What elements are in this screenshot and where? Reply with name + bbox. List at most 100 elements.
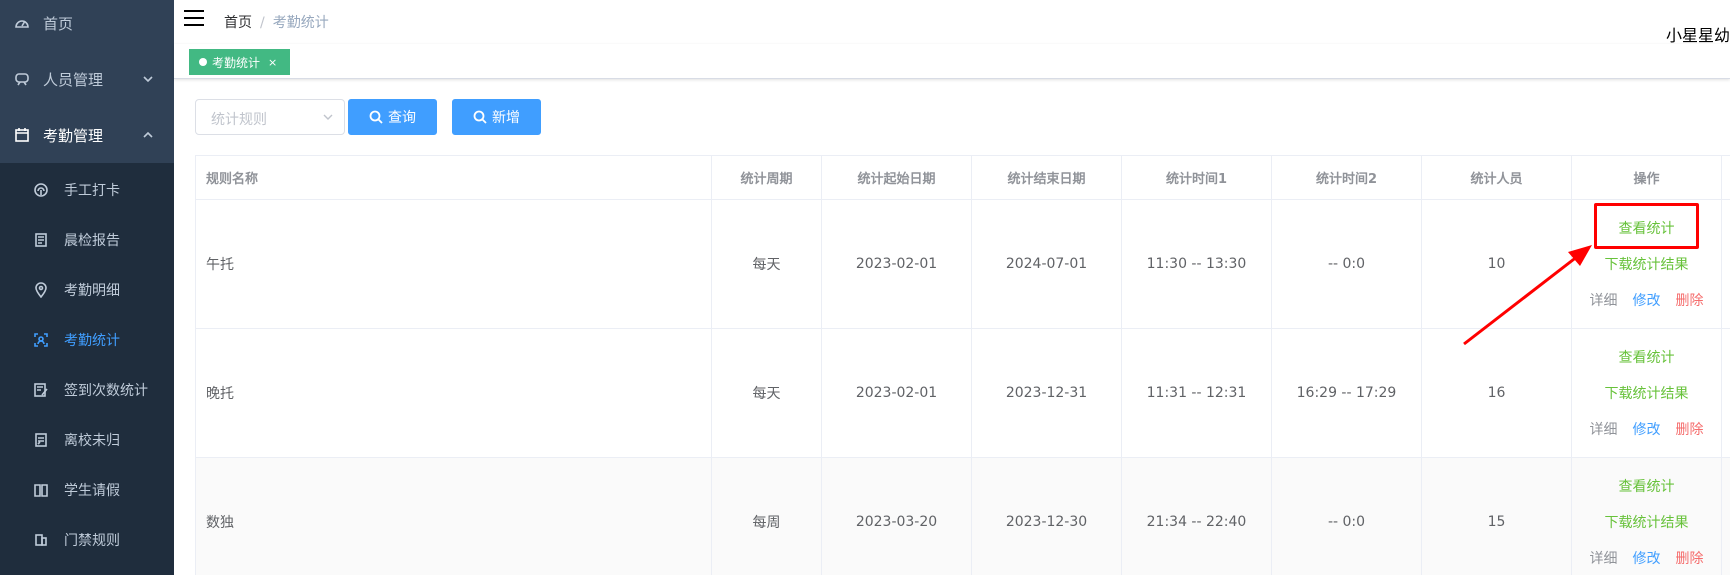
sidebar-item-label: 门禁规则: [64, 533, 120, 549]
cell-actions: 查看统计 下载统计结果 详细 修改 删除: [1572, 458, 1722, 575]
sidebar-item-student-leave[interactable]: 学生请假: [0, 465, 174, 515]
attendance-submenu: 手工打卡 晨检报告 考勤明细 考勤统计 签到次数统计 离校未归 学生请假 门禁规…: [0, 163, 174, 575]
sidebar-item-morning-report[interactable]: 晨检报告: [0, 215, 174, 265]
book-icon: [33, 482, 49, 498]
sidebar-item-label: 离校未归: [64, 433, 120, 449]
cell-start-date: 2023-02-01: [822, 200, 972, 328]
close-icon[interactable]: ×: [268, 56, 277, 69]
cell-time2: 16:29 -- 17:29: [1272, 329, 1422, 457]
edit-link[interactable]: 修改: [1633, 290, 1661, 310]
cell-end-date: 2023-12-30: [972, 458, 1122, 575]
document-icon: [33, 432, 49, 448]
cell-start-date: 2023-03-20: [822, 458, 972, 575]
query-button[interactable]: 查询: [348, 99, 437, 135]
download-results-link[interactable]: 下载统计结果: [1605, 512, 1689, 532]
header-cell: 规则名称: [196, 156, 712, 199]
download-results-link[interactable]: 下载统计结果: [1605, 254, 1689, 274]
cell-rule-name: 午托: [196, 200, 712, 328]
sidebar: 首页 人员管理 考勤管理 手工打卡 晨检报告 考勤明细 考勤统计 签到次数统计 …: [0, 0, 174, 575]
sidebar-item-gate-rules[interactable]: 门禁规则: [0, 515, 174, 565]
cell-period: 每天: [712, 200, 822, 328]
sidebar-item-personnel[interactable]: 人员管理: [0, 51, 174, 107]
cell-period: 每天: [712, 329, 822, 457]
delete-link[interactable]: 删除: [1676, 290, 1704, 310]
table-header-row: 规则名称 统计周期 统计起始日期 统计结束日期 统计时间1 统计时间2 统计人员…: [196, 156, 1730, 200]
report-icon: [33, 232, 49, 248]
tab-attendance-stats[interactable]: 考勤统计 ×: [189, 49, 291, 75]
scan-user-icon: [33, 332, 49, 348]
location-pin-icon: [33, 282, 49, 298]
sidebar-item-attendance-detail[interactable]: 考勤明细: [0, 265, 174, 315]
breadcrumb-current: 考勤统计: [272, 15, 329, 31]
breadcrumb-home[interactable]: 首页: [224, 15, 252, 31]
header-cell: 统计人员: [1422, 156, 1572, 199]
cell-time1: 11:31 -- 12:31: [1122, 329, 1272, 457]
delete-link[interactable]: 删除: [1676, 419, 1704, 439]
tags-view: 考勤统计 ×: [174, 44, 1730, 79]
stats-rule-table: 规则名称 统计周期 统计起始日期 统计结束日期 统计时间1 统计时间2 统计人员…: [195, 155, 1730, 575]
cell-end-date: 2023-12-31: [972, 329, 1122, 457]
active-dot: [199, 58, 207, 66]
user-name[interactable]: 小星星幼: [1666, 22, 1730, 46]
rule-select[interactable]: 统计规则: [195, 99, 345, 135]
view-stats-link[interactable]: 查看统计: [1619, 347, 1675, 367]
sidebar-item-label: 学生请假: [64, 483, 120, 499]
detail-link[interactable]: 详细: [1590, 419, 1618, 439]
cell-rule-name: 数独: [196, 458, 712, 575]
sidebar-item-label: 签到次数统计: [64, 383, 148, 399]
sidebar-item-label: 手工打卡: [64, 183, 120, 199]
table-row: 晚托 每天 2023-02-01 2023-12-31 11:31 -- 12:…: [196, 329, 1730, 458]
calendar-icon: [14, 127, 30, 143]
edit-form-icon: [33, 382, 49, 398]
add-button[interactable]: 新增: [452, 99, 541, 135]
cell-end-date: 2024-07-01: [972, 200, 1122, 328]
cell-time2: -- 0:0: [1272, 200, 1422, 328]
query-button-label: 查询: [388, 110, 416, 126]
fingerprint-icon: [33, 182, 49, 198]
door-icon: [33, 532, 49, 548]
sidebar-item-not-returned[interactable]: 离校未归: [0, 415, 174, 465]
breadcrumb-separator: /: [260, 15, 265, 31]
cell-time1: 11:30 -- 13:30: [1122, 200, 1272, 328]
sidebar-item-home[interactable]: 首页: [0, 0, 174, 51]
header-cell: 统计时间2: [1272, 156, 1422, 199]
hamburger-icon[interactable]: [184, 10, 204, 26]
tab-label: 考勤统计: [212, 55, 261, 70]
select-placeholder: 统计规则: [211, 112, 267, 128]
edit-link[interactable]: 修改: [1633, 548, 1661, 568]
view-stats-link[interactable]: 查看统计: [1619, 476, 1675, 496]
header-cell: 统计周期: [712, 156, 822, 199]
sidebar-item-attendance[interactable]: 考勤管理: [0, 107, 174, 163]
edit-link[interactable]: 修改: [1633, 419, 1661, 439]
cell-actions: 查看统计 下载统计结果 详细 修改 删除: [1572, 329, 1722, 457]
sidebar-item-attendance-stats[interactable]: 考勤统计: [0, 315, 174, 365]
navbar: 首页 / 考勤统计 小星星幼: [174, 0, 1730, 46]
header-cell: 统计时间1: [1122, 156, 1272, 199]
search-icon: [369, 110, 383, 124]
dashboard-icon: [14, 15, 30, 31]
cell-rule-name: 晚托: [196, 329, 712, 457]
chevron-up-icon: [143, 131, 153, 138]
header-cell: 统计结束日期: [972, 156, 1122, 199]
chevron-down-icon: [323, 114, 333, 120]
cell-count: 16: [1422, 329, 1572, 457]
add-button-label: 新增: [492, 110, 520, 126]
table-row: 午托 每天 2023-02-01 2024-07-01 11:30 -- 13:…: [196, 200, 1730, 329]
cell-start-date: 2023-02-01: [822, 329, 972, 457]
detail-link[interactable]: 详细: [1590, 290, 1618, 310]
sidebar-item-label: 考勤统计: [64, 333, 120, 349]
cell-time2: -- 0:0: [1272, 458, 1422, 575]
detail-link[interactable]: 详细: [1590, 548, 1618, 568]
cell-time1: 21:34 -- 22:40: [1122, 458, 1272, 575]
sidebar-item-signin-count[interactable]: 签到次数统计: [0, 365, 174, 415]
sidebar-item-label: 人员管理: [43, 70, 104, 89]
sidebar-item-label: 晨检报告: [64, 233, 120, 249]
delete-link[interactable]: 删除: [1676, 548, 1704, 568]
sidebar-item-label: 考勤明细: [64, 283, 120, 299]
header-cell: 统计起始日期: [822, 156, 972, 199]
download-results-link[interactable]: 下载统计结果: [1605, 383, 1689, 403]
cell-count: 10: [1422, 200, 1572, 328]
header-cell: 操作: [1572, 156, 1722, 199]
sidebar-item-manual-punch[interactable]: 手工打卡: [0, 165, 174, 215]
sidebar-item-label: 考勤管理: [43, 126, 104, 145]
